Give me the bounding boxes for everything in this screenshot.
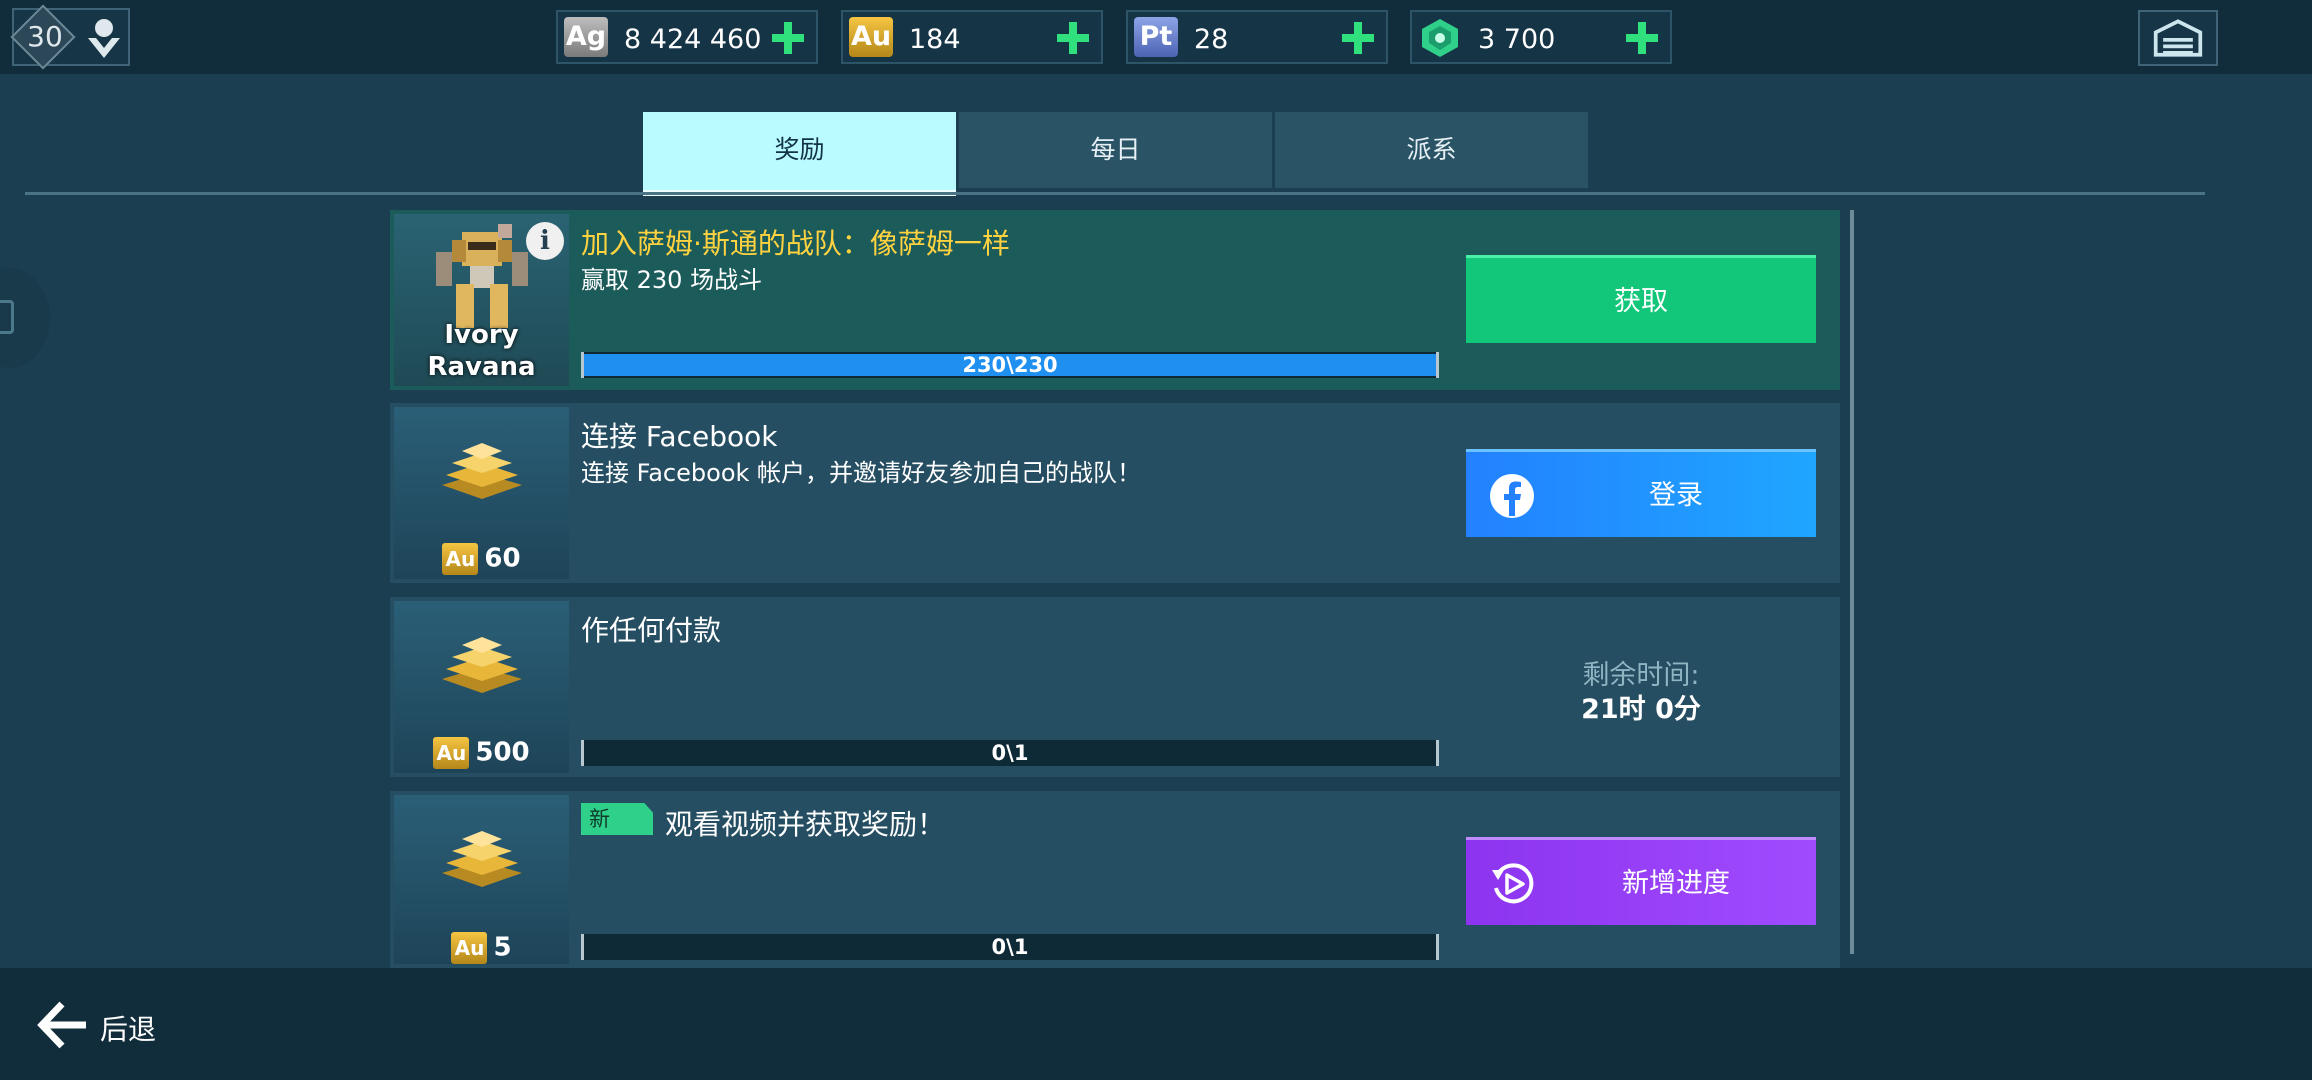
platinum-amount: 28 [1194, 24, 1229, 55]
gold-bars-icon [442, 637, 522, 693]
hex-gem-icon [1422, 19, 1458, 57]
drawer-icon [0, 300, 14, 334]
info-icon[interactable]: i [526, 222, 564, 260]
task-title: 加入萨姆·斯通的战队：像萨姆一样 [581, 227, 1010, 260]
progress-text: 0\1 [991, 741, 1029, 765]
reward-thumbnail: Au 60 [394, 407, 569, 579]
task-title: 作任何付款 [581, 614, 722, 647]
task-description: 赢取 230 场战斗 [581, 266, 763, 294]
task-row: Au 5 新 观看视频并获取奖励！ 0\1 新增进度 [390, 791, 1840, 968]
platinum-icon: Pt [1134, 17, 1178, 57]
plus-icon[interactable] [1055, 20, 1091, 56]
back-arrow-icon [37, 1001, 86, 1049]
tab-rewards[interactable]: 奖励 [643, 112, 956, 196]
task-row: Au 500 作任何付款 0\1 剩余时间: 21时 0分 [390, 597, 1840, 777]
task-title: 连接 Facebook [581, 420, 778, 453]
task-row: Au 60 连接 Facebook 连接 Facebook 帐户，并邀请好友参加自… [390, 403, 1840, 583]
reward-amount: Au 60 [394, 543, 569, 575]
facebook-login-button[interactable]: 登录 [1466, 449, 1816, 537]
reward-value: 500 [475, 737, 530, 768]
reward-value: 60 [484, 543, 521, 574]
new-badge: 新 [581, 803, 653, 835]
gold-currency-icon: Au [433, 737, 470, 769]
back-button[interactable]: 后退 [36, 998, 196, 1052]
tab-faction[interactable]: 派系 [1275, 112, 1588, 188]
gold-amount: 184 [909, 24, 961, 55]
reward-amount: Au 5 [394, 932, 569, 964]
facebook-icon [1490, 474, 1534, 518]
task-progress-bar: 0\1 [581, 740, 1439, 766]
claim-button[interactable]: 获取 [1466, 255, 1816, 343]
silver-amount: 8 424 460 [624, 24, 762, 55]
plus-icon[interactable] [1624, 20, 1660, 56]
time-remaining-value: 21时 0分 [1581, 694, 1701, 725]
keys-amount: 3 700 [1478, 24, 1556, 55]
video-replay-icon [1492, 863, 1534, 904]
progress-text: 230\230 [962, 353, 1058, 377]
back-label: 后退 [100, 1013, 157, 1046]
player-level-button[interactable]: 30 [10, 4, 130, 70]
watch-video-button[interactable]: 新增进度 [1466, 837, 1816, 925]
user-icon [88, 19, 120, 58]
plus-icon[interactable] [770, 20, 806, 56]
gold-currency-icon: Au [451, 932, 488, 964]
task-progress-bar: 0\1 [581, 934, 1439, 960]
player-level: 30 [27, 20, 63, 53]
task-description: 连接 Facebook 帐户，并邀请好友参加自己的战队！ [581, 459, 1142, 487]
reward-amount: Au 500 [394, 737, 569, 769]
gold-currency-icon: Au [442, 543, 479, 575]
reward-value: 5 [493, 932, 512, 963]
bottom-bar: 后退 [0, 968, 2312, 1080]
silver-icon: Ag [564, 17, 608, 57]
reward-thumbnail: Au 500 [394, 601, 569, 773]
top-bar: 30 Ag 8 424 460 Au 184 Pt 28 3 700 [0, 0, 2312, 74]
progress-text: 0\1 [991, 935, 1029, 959]
tab-divider [25, 192, 2205, 195]
tab-daily[interactable]: 每日 [959, 112, 1272, 188]
currency-silver[interactable]: Ag 8 424 460 [556, 10, 818, 64]
task-progress-bar: 230\230 [581, 352, 1439, 378]
reward-thumbnail: Au 5 [394, 795, 569, 964]
task-title: 观看视频并获取奖励！ [665, 808, 946, 841]
task-row: i Ivory Ravana 加入萨姆·斯通的战队：像萨姆一样 赢取 230 场… [390, 210, 1840, 390]
garage-button[interactable] [2138, 10, 2218, 66]
side-drawer-handle[interactable] [0, 268, 50, 368]
robot-name-line2: Ravana [427, 352, 536, 382]
gold-icon: Au [849, 17, 893, 57]
currency-gold[interactable]: Au 184 [841, 10, 1103, 64]
list-scrollbar[interactable] [1850, 210, 1854, 954]
plus-icon[interactable] [1340, 20, 1376, 56]
currency-platinum[interactable]: Pt 28 [1126, 10, 1388, 64]
robot-name-line1: Ivory [444, 320, 519, 350]
gold-bars-icon [442, 443, 522, 499]
gold-bars-icon [442, 831, 522, 887]
watch-video-label: 新增进度 [1622, 868, 1730, 899]
currency-keys[interactable]: 3 700 [1410, 10, 1672, 64]
facebook-login-label: 登录 [1649, 480, 1703, 511]
garage-icon [2153, 19, 2203, 57]
reward-thumbnail: i Ivory Ravana [394, 214, 569, 386]
